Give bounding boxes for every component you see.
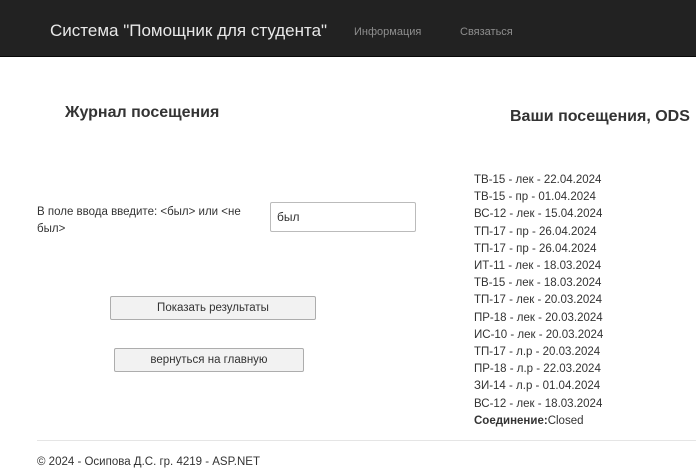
nav-link-info[interactable]: Информация (354, 26, 421, 38)
visit-item: ТВ-15 - лек - 18.03.2024 (474, 277, 602, 290)
nav-link-contact[interactable]: Связаться (460, 26, 513, 38)
connection-status: Соединение:Closed (474, 413, 603, 430)
show-results-button[interactable]: Показать результаты (110, 296, 316, 320)
visit-item: ВС-12 - лек - 18.03.2024 (474, 397, 603, 410)
brand-link[interactable]: Система "Помощник для студента" (50, 21, 327, 41)
back-to-home-button[interactable]: вернуться на главную (114, 348, 304, 372)
visit-item: ИТ-11 - лек - 18.03.2024 (474, 260, 602, 273)
footer-text: © 2024 - Осипова Д.С. гр. 4219 - ASP.NET (37, 456, 260, 468)
visit-item: ИС-10 - лек - 20.03.2024 (474, 328, 604, 341)
visits-title: Ваши посещения, ODS (510, 108, 690, 125)
input-instruction-label: В поле ввода введите: <был> или <не был> (37, 206, 241, 235)
visit-item: ПР-18 - л.р - 22.03.2024 (474, 363, 601, 376)
visit-item: ЗИ-14 - л.р - 01.04.2024 (474, 380, 601, 393)
visit-item: ТП-17 - лек - 20.03.2024 (474, 294, 603, 307)
journal-title: Журнал посещения (65, 104, 220, 121)
visits-list: ТВ-15 - лек - 22.04.2024 ТВ-15 - пр - 01… (474, 172, 603, 430)
top-navbar: Система "Помощник для студента" Информац… (0, 0, 696, 57)
visit-item: ТП-17 - пр - 26.04.2024 (474, 242, 597, 255)
visit-item: ТП-17 - пр - 26.04.2024 (474, 225, 597, 238)
visit-item: ВС-12 - лек - 15.04.2024 (474, 208, 603, 221)
connection-status-label: Соединение: (474, 414, 548, 427)
visit-item: ТП-17 - л.р - 20.03.2024 (474, 346, 601, 359)
visit-item: ТВ-15 - пр - 01.04.2024 (474, 191, 596, 204)
footer-divider (37, 440, 696, 441)
visit-item: ПР-18 - лек - 20.03.2024 (474, 311, 603, 324)
visit-item: ТВ-15 - лек - 22.04.2024 (474, 174, 602, 186)
connection-status-value: Closed (547, 414, 584, 427)
attendance-status-input[interactable] (270, 202, 416, 232)
